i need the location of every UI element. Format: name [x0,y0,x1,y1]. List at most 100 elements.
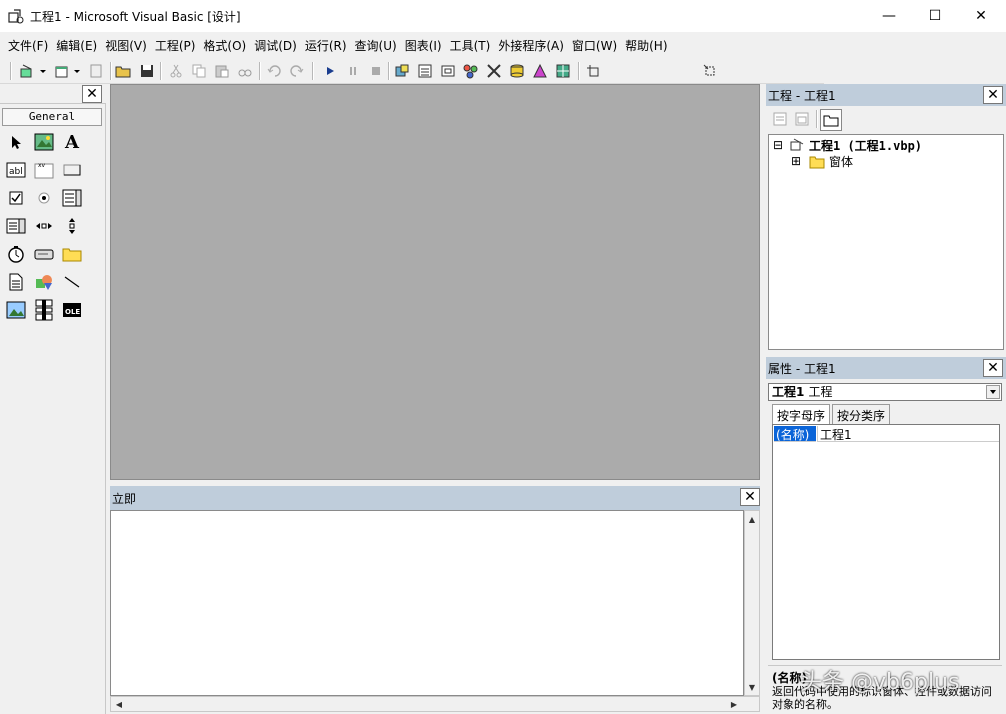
commandbutton-icon[interactable] [60,158,84,182]
data-control-icon[interactable] [32,298,56,322]
open-project-icon[interactable] [114,61,134,81]
cut-icon[interactable] [166,61,186,81]
menu-addins[interactable]: 外接程序(A) [494,37,568,54]
checkbox-icon[interactable] [4,186,28,210]
add-project-dropdown-icon[interactable] [38,61,48,81]
find-icon[interactable] [235,61,255,81]
property-name-cell[interactable]: (名称) [774,426,816,442]
title-bar: 工程1 - Microsoft Visual Basic [设计] — ☐ ✕ [0,0,1006,32]
project-close-button[interactable]: ✕ [983,86,1003,104]
label-icon[interactable]: A [60,130,84,154]
toolbox-general-tab[interactable]: General [2,108,102,126]
paste-icon[interactable] [212,61,232,81]
minimize-button[interactable]: — [866,0,912,32]
menu-editor-icon[interactable] [86,61,106,81]
menu-format[interactable]: 格式(O) [199,37,250,54]
toolbox-close-button[interactable]: ✕ [82,85,102,103]
hscrollbar-icon[interactable] [32,214,56,238]
toolbox-toggle-icon[interactable] [484,61,504,81]
vscrollbar-icon[interactable] [60,214,84,238]
dirlistbox-icon[interactable] [60,242,84,266]
combobox-icon[interactable] [60,186,84,210]
drivelistbox-icon[interactable] [32,242,56,266]
data-view-icon[interactable] [507,61,527,81]
view-code-icon[interactable] [770,109,790,129]
project-explorer-icon[interactable] [392,61,412,81]
stop-icon[interactable] [366,61,386,81]
picturebox-icon[interactable] [32,130,56,154]
menu-query[interactable]: 查询(U) [351,37,401,54]
add-project-icon[interactable] [18,61,38,81]
menu-project[interactable]: 工程(P) [151,37,200,54]
pointer-icon[interactable] [4,130,28,154]
project-node-icon [789,138,805,152]
property-value-cell[interactable]: 工程1 [817,426,999,442]
add-form-icon[interactable] [52,61,72,81]
project-tree: ⊟ 工程1 (工程1.vbp) ⊞ 窗体 [768,134,1004,350]
menu-tools[interactable]: 工具(T) [446,37,495,54]
ole-icon[interactable]: OLE [60,298,84,322]
object-browser-icon[interactable] [461,61,481,81]
immediate-input[interactable] [110,510,744,696]
copy-icon[interactable] [189,61,209,81]
scroll-left-icon[interactable]: ◀ [112,697,126,711]
project-title: 工程 - 工程1 [768,89,836,103]
window-title: 工程1 - Microsoft Visual Basic [设计] [30,10,241,24]
visual-component-manager-icon[interactable] [530,61,550,81]
menu-window[interactable]: 窗口(W) [568,37,621,54]
scroll-right-icon[interactable]: ▶ [727,697,741,711]
form-designer-area[interactable] [110,84,760,480]
svg-text:OLE: OLE [65,308,80,316]
properties-close-button[interactable]: ✕ [983,359,1003,377]
svg-text:abl: abl [9,167,23,177]
folder-icon [809,155,825,169]
maximize-button[interactable]: ☐ [912,0,958,32]
save-project-icon[interactable] [137,61,157,81]
form-layout-icon[interactable] [438,61,458,81]
toggle-folders-icon[interactable] [820,109,842,131]
menu-diagram[interactable]: 图表(I) [401,37,446,54]
object-selector[interactable]: 工程1 工程 [768,383,1002,401]
chevron-down-icon[interactable] [986,385,1000,399]
view-object-icon[interactable] [792,109,812,129]
scroll-up-icon[interactable]: ▲ [745,512,759,526]
frame-icon[interactable]: xv [32,158,56,182]
immediate-hscrollbar[interactable]: ◀ ▶ [110,696,760,712]
textbox-icon[interactable]: abl [4,158,28,182]
add-form-dropdown-icon[interactable] [72,61,82,81]
tree-expand-icon[interactable]: ⊞ [791,154,801,168]
components-icon[interactable] [553,61,573,81]
image-icon[interactable] [4,298,28,322]
filelistbox-icon[interactable] [4,270,28,294]
menu-file[interactable]: 文件(F) [4,37,52,54]
immediate-close-button[interactable]: ✕ [740,488,760,506]
tab-categorized[interactable]: 按分类序 [832,404,891,424]
properties-window-icon[interactable] [415,61,435,81]
menu-debug[interactable]: 调试(D) [250,37,301,54]
project-root-node[interactable]: 工程1 (工程1.vbp) [809,137,922,154]
redo-icon[interactable] [287,61,307,81]
object-name: 工程1 [772,385,805,399]
menu-view[interactable]: 视图(V) [101,37,151,54]
undo-icon[interactable] [264,61,284,81]
start-run-icon[interactable] [320,61,340,81]
scroll-down-icon[interactable]: ▼ [745,680,759,694]
immediate-vscrollbar[interactable]: ▲ ▼ [744,510,760,696]
close-window-button[interactable]: ✕ [958,0,1004,32]
forms-folder-node[interactable]: 窗体 [829,153,853,170]
menu-run[interactable]: 运行(R) [301,37,351,54]
line-icon[interactable] [60,270,84,294]
optionbutton-icon[interactable] [32,186,56,210]
menu-edit[interactable]: 编辑(E) [52,37,101,54]
break-icon[interactable] [343,61,363,81]
tree-collapse-icon[interactable]: ⊟ [773,138,783,152]
tab-alphabetic[interactable]: 按字母序 [772,404,831,424]
properties-title: 属性 - 工程1 [768,362,836,376]
shape-icon[interactable] [32,270,56,294]
timer-icon[interactable] [4,242,28,266]
properties-header: 属性 - 工程1 ✕ [766,357,1006,379]
listbox-icon[interactable] [4,214,28,238]
properties-tabs: 按字母序 按分类序 [768,404,1002,424]
menu-help[interactable]: 帮助(H) [621,37,671,54]
svg-text:xv: xv [38,162,46,169]
